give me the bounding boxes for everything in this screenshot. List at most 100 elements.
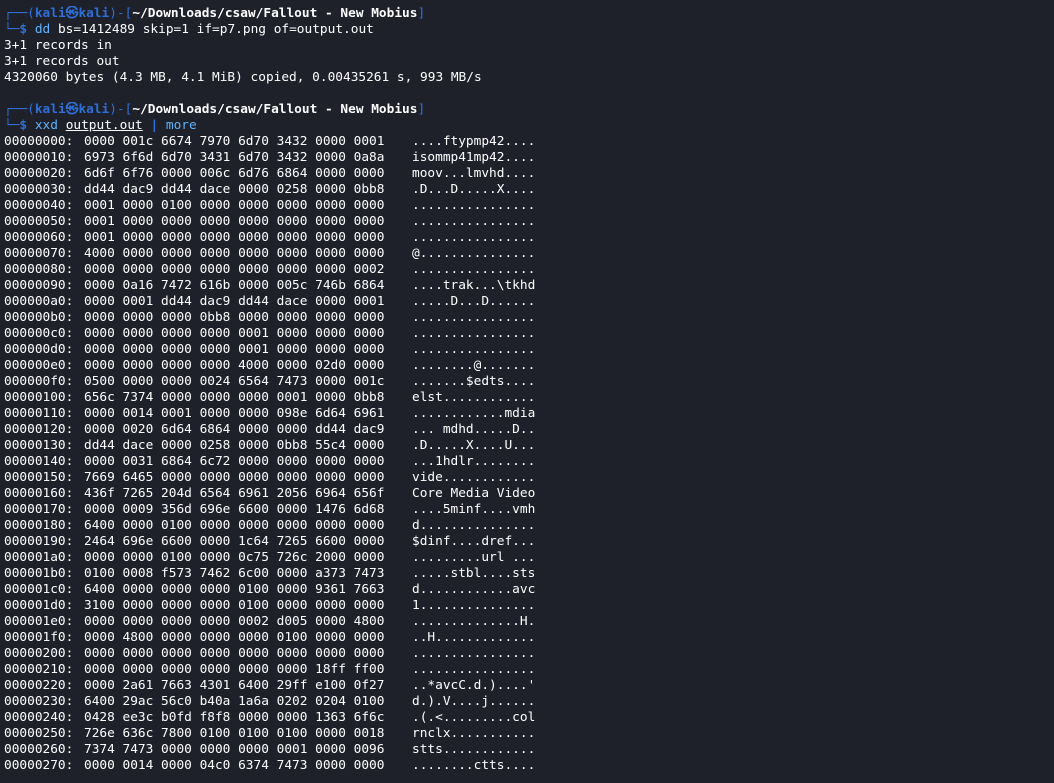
prompt-path: ~/Downloads/csaw/Fallout - New Mobius xyxy=(132,6,418,21)
hexdump-row: 00000260: 7374 7473 0000 0000 0000 0001 0… xyxy=(4,742,1050,758)
hexdump-bytes: 0000 0a16 7472 616b 0000 005c 746b 6864 xyxy=(84,278,385,293)
hexdump-bytes: 0000 2a61 7663 4301 6400 29ff e100 0f27 xyxy=(84,678,385,693)
hexdump-ascii: ............mdia xyxy=(412,406,536,421)
hexdump-offset: 00000250: xyxy=(4,726,74,741)
hexdump-bytes: 0000 0014 0000 04c0 6374 7473 0000 0000 xyxy=(84,758,385,773)
hexdump-bytes: 0000 0014 0001 0000 0000 098e 6d64 6961 xyxy=(84,406,385,421)
hexdump-bytes: 726e 636c 7800 0100 0100 0100 0000 0018 xyxy=(84,726,385,741)
hexdump-bytes: 0000 0000 0000 0000 0002 d005 0000 4800 xyxy=(84,614,385,629)
hexdump-bytes: 0000 0009 356d 696e 6600 0000 1476 6d68 xyxy=(84,502,385,517)
command-pipe: | xyxy=(150,118,159,133)
hexdump-bytes: 0001 0000 0100 0000 0000 0000 0000 0000 xyxy=(84,198,385,213)
hexdump-offset: 00000170: xyxy=(4,502,74,517)
hexdump-row: 00000000: 0000 001c 6674 7970 6d70 3432 0… xyxy=(4,134,1050,150)
hexdump-row: 00000090: 0000 0a16 7472 616b 0000 005c 7… xyxy=(4,278,1050,294)
hexdump-bytes: 6400 29ac 56c0 b40a 1a6a 0202 0204 0100 xyxy=(84,694,385,709)
hexdump-ascii: ..............H. xyxy=(412,614,536,629)
hexdump-row: 00000190: 2464 696e 6600 0000 1c64 7265 6… xyxy=(4,534,1050,550)
hexdump-offset: 00000140: xyxy=(4,454,74,469)
hexdump-offset: 000001b0: xyxy=(4,566,74,581)
hexdump-offset: 00000260: xyxy=(4,742,74,757)
hexdump-offset: 000001c0: xyxy=(4,582,74,597)
output-line: 4320060 bytes (4.3 MB, 4.1 MiB) copied, … xyxy=(4,70,482,85)
hexdump-offset: 000000d0: xyxy=(4,342,74,357)
hexdump-bytes: 656c 7374 0000 0000 0000 0001 0000 0bb8 xyxy=(84,390,385,405)
hexdump-bytes: 0001 0000 0000 0000 0000 0000 0000 0000 xyxy=(84,214,385,229)
hexdump-ascii: ....ftypmp42.... xyxy=(412,134,536,149)
terminal-window[interactable]: ┌──(kali㉿kali)-[~/Downloads/csaw/Fallout… xyxy=(4,6,1050,774)
hexdump-ascii: ..*avcC.d.)....' xyxy=(412,678,536,693)
hexdump-bytes: 2464 696e 6600 0000 1c64 7265 6600 0000 xyxy=(84,534,385,549)
hexdump-bytes: dd44 dac9 dd44 dace 0000 0258 0000 0bb8 xyxy=(84,182,385,197)
hexdump-ascii: vide............ xyxy=(412,470,536,485)
command-more: more xyxy=(165,118,197,133)
hexdump-row: 00000140: 0000 0031 6864 6c72 0000 0000 0… xyxy=(4,454,1050,470)
hexdump-bytes: 4000 0000 0000 0000 0000 0000 0000 0000 xyxy=(84,246,385,261)
hexdump-ascii: ....trak...\tkhd xyxy=(412,278,536,293)
hexdump-bytes: 0000 0000 0000 0000 4000 0000 02d0 0000 xyxy=(84,358,385,373)
hexdump-bytes: 0000 0001 dd44 dac9 dd44 dace 0000 0001 xyxy=(84,294,385,309)
hexdump-row: 000000d0: 0000 0000 0000 0000 0001 0000 0… xyxy=(4,342,1050,358)
hexdump-offset: 00000130: xyxy=(4,438,74,453)
hexdump-row: 00000130: dd44 dace 0000 0258 0000 0bb8 5… xyxy=(4,438,1050,454)
hexdump-row: 000000b0: 0000 0000 0000 0bb8 0000 0000 0… xyxy=(4,310,1050,326)
hexdump-row: 00000250: 726e 636c 7800 0100 0100 0100 0… xyxy=(4,726,1050,742)
hexdump-bytes: 0000 0000 0100 0000 0c75 726c 2000 0000 xyxy=(84,550,385,565)
hexdump-row: 00000180: 6400 0000 0100 0000 0000 0000 0… xyxy=(4,518,1050,534)
hexdump-row: 00000100: 656c 7374 0000 0000 0000 0001 0… xyxy=(4,390,1050,406)
hexdump-ascii: ................ xyxy=(412,662,536,677)
hexdump-offset: 00000010: xyxy=(4,150,74,165)
hexdump-row: 00000020: 6d6f 6f76 0000 006c 6d76 6864 0… xyxy=(4,166,1050,182)
command-file-arg: output.out xyxy=(65,118,143,133)
hexdump-row: 000000e0: 0000 0000 0000 0000 4000 0000 0… xyxy=(4,358,1050,374)
output-line: 3+1 records out xyxy=(4,54,120,69)
hexdump-bytes: 0000 0020 6d64 6864 0000 0000 dd44 dac9 xyxy=(84,422,385,437)
hexdump-offset: 000000f0: xyxy=(4,374,74,389)
hexdump-offset: 000000c0: xyxy=(4,326,74,341)
hexdump-ascii: ....5minf....vmh xyxy=(412,502,536,517)
hexdump-offset: 000001e0: xyxy=(4,614,74,629)
hexdump-ascii: ................ xyxy=(412,214,536,229)
hexdump-row: 000001e0: 0000 0000 0000 0000 0002 d005 0… xyxy=(4,614,1050,630)
hexdump-row: 00000170: 0000 0009 356d 696e 6600 0000 1… xyxy=(4,502,1050,518)
hexdump-ascii: ................ xyxy=(412,262,536,277)
hexdump-row: 00000200: 0000 0000 0000 0000 0000 0000 0… xyxy=(4,646,1050,662)
hexdump-ascii: ................ xyxy=(412,646,536,661)
hexdump-row: 000000f0: 0500 0000 0000 0024 6564 7473 0… xyxy=(4,374,1050,390)
hexdump-output: 00000000: 0000 001c 6674 7970 6d70 3432 0… xyxy=(4,134,1050,774)
hexdump-offset: 00000050: xyxy=(4,214,74,229)
hexdump-ascii: .......$edts.... xyxy=(412,374,536,389)
command-line-2: └─$ xxd output.out | more xyxy=(4,118,1050,134)
hexdump-row: 000001c0: 6400 0000 0000 0000 0100 0000 9… xyxy=(4,582,1050,598)
hexdump-bytes: 0000 0031 6864 6c72 0000 0000 0000 0000 xyxy=(84,454,385,469)
hexdump-bytes: 0000 0000 0000 0000 0000 0000 0000 0000 xyxy=(84,646,385,661)
hexdump-ascii: ...1hdlr........ xyxy=(412,454,536,469)
hexdump-row: 00000030: dd44 dac9 dd44 dace 0000 0258 0… xyxy=(4,182,1050,198)
hexdump-offset: 00000120: xyxy=(4,422,74,437)
hexdump-ascii: .D...D.....X.... xyxy=(412,182,536,197)
hexdump-row: 00000150: 7669 6465 0000 0000 0000 0000 0… xyxy=(4,470,1050,486)
hexdump-ascii: .........url ... xyxy=(412,550,536,565)
hexdump-offset: 00000060: xyxy=(4,230,74,245)
prompt-frame-top: ┌──( xyxy=(4,6,35,21)
hexdump-ascii: 1............... xyxy=(412,598,536,613)
hexdump-ascii: ..H............. xyxy=(412,630,536,645)
hexdump-bytes: 0000 4800 0000 0000 0000 0100 0000 0000 xyxy=(84,630,385,645)
hexdump-ascii: @............... xyxy=(412,246,536,261)
command-name: xxd xyxy=(34,118,58,133)
hexdump-row: 00000010: 6973 6f6d 6d70 3431 6d70 3432 0… xyxy=(4,150,1050,166)
hexdump-ascii: d.).V....j...... xyxy=(412,694,536,709)
hexdump-offset: 000001d0: xyxy=(4,598,74,613)
command-line-1: └─$ dd bs=1412489 skip=1 if=p7.png of=ou… xyxy=(4,22,1050,38)
hexdump-bytes: 7374 7473 0000 0000 0000 0001 0000 0096 xyxy=(84,742,385,757)
output-line: 3+1 records in xyxy=(4,38,112,53)
hexdump-bytes: 6d6f 6f76 0000 006c 6d76 6864 0000 0000 xyxy=(84,166,385,181)
hexdump-bytes: 3100 0000 0000 0000 0100 0000 0000 0000 xyxy=(84,598,385,613)
hexdump-row: 00000060: 0001 0000 0000 0000 0000 0000 0… xyxy=(4,230,1050,246)
hexdump-bytes: 6400 0000 0000 0000 0100 0000 9361 7663 xyxy=(84,582,385,597)
hexdump-row: 00000230: 6400 29ac 56c0 b40a 1a6a 0202 0… xyxy=(4,694,1050,710)
hexdump-row: 00000080: 0000 0000 0000 0000 0000 0000 0… xyxy=(4,262,1050,278)
hexdump-offset: 00000080: xyxy=(4,262,74,277)
hexdump-bytes: 0000 0000 0000 0000 0000 0000 18ff ff00 xyxy=(84,662,385,677)
hexdump-ascii: ........ctts.... xyxy=(412,758,536,773)
